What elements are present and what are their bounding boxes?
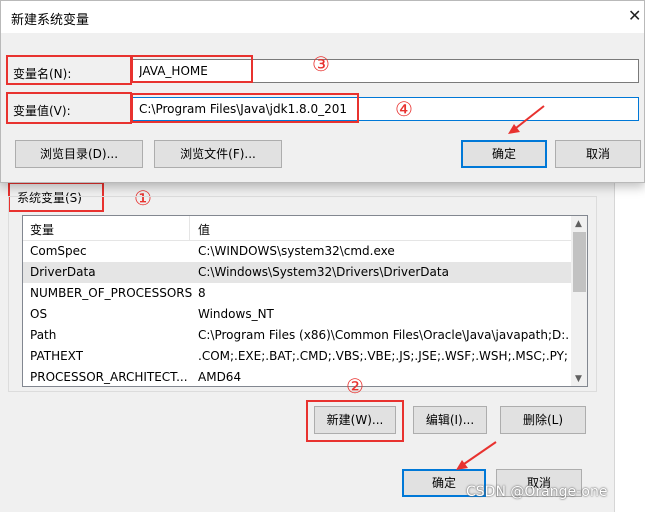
annotation-number-2: ②	[346, 374, 364, 398]
browse-file-button[interactable]: 浏览文件(F)...	[154, 140, 282, 168]
row-variable-value: .COM;.EXE;.BAT;.CMD;.VBS;.VBE;.JS;.JSE;.…	[198, 349, 568, 363]
table-row-selected[interactable]: DriverData C:\Windows\System32\Drivers\D…	[23, 262, 571, 283]
system-variables-list[interactable]: 变量 值 ComSpec C:\WINDOWS\system32\cmd.exe…	[22, 215, 588, 387]
table-row[interactable]: Path C:\Program Files (x86)\Common Files…	[23, 325, 571, 346]
column-header-value[interactable]: 值	[198, 221, 210, 238]
row-variable-name: PATHEXT	[30, 349, 84, 363]
browse-directory-button[interactable]: 浏览目录(D)...	[15, 140, 143, 168]
row-variable-value: C:\Program Files (x86)\Common Files\Orac…	[198, 328, 568, 342]
row-variable-value: C:\WINDOWS\system32\cmd.exe	[198, 244, 395, 258]
row-variable-value: C:\Windows\System32\Drivers\DriverData	[198, 265, 449, 279]
column-header-variable[interactable]: 变量	[30, 221, 54, 238]
table-row[interactable]: PATHEXT .COM;.EXE;.BAT;.CMD;.VBS;.VBE;.J…	[23, 346, 571, 367]
annotation-arrow-modal-ok	[508, 105, 545, 134]
row-variable-name: Path	[30, 328, 57, 342]
annotation-arrow-ok-secondary	[448, 436, 508, 476]
row-variable-name: PROCESSOR_ARCHITECT...	[30, 370, 188, 384]
watermark: CSDN @Orange-one	[466, 484, 608, 500]
table-row[interactable]: OS Windows_NT	[23, 304, 571, 325]
close-icon[interactable]: ✕	[628, 6, 641, 25]
scroll-down-icon[interactable]: ▼	[575, 374, 582, 384]
row-variable-value: Windows_NT	[198, 307, 274, 321]
dialog-titlebar[interactable]: 新建系统变量 ✕	[1, 1, 644, 33]
row-variable-value: 8	[198, 286, 206, 300]
column-divider[interactable]	[189, 216, 190, 240]
annotation-box-name-input	[131, 55, 253, 83]
row-variable-name: ComSpec	[30, 244, 87, 258]
annotation-number-3: ③	[312, 52, 330, 76]
row-variable-name: DriverData	[30, 265, 96, 279]
vertical-scrollbar[interactable]: ▲ ▼	[571, 216, 587, 386]
modal-cancel-button[interactable]: 取消	[555, 140, 641, 168]
annotation-number-4: ④	[395, 97, 413, 121]
annotation-box-2	[306, 400, 404, 442]
modal-ok-button[interactable]: 确定	[461, 140, 547, 168]
annotation-box-name-label	[6, 55, 132, 85]
dialog-title: 新建系统变量	[11, 13, 90, 28]
edit-button[interactable]: 编辑(I)...	[413, 406, 487, 434]
annotation-box-value-input	[131, 93, 359, 123]
scroll-up-icon[interactable]: ▲	[575, 219, 582, 229]
new-system-variable-dialog: 新建系统变量 ✕ 变量名(N): ③ 变量值(V): ④ 浏览目录(D)... …	[0, 0, 645, 183]
list-header: 变量 值	[23, 216, 571, 241]
table-row[interactable]: ComSpec C:\WINDOWS\system32\cmd.exe	[23, 241, 571, 262]
row-variable-value: AMD64	[198, 370, 242, 384]
annotation-box-value-label	[6, 92, 132, 124]
row-variable-name: OS	[30, 307, 48, 321]
delete-button[interactable]: 删除(L)	[500, 406, 586, 434]
scrollbar-thumb[interactable]	[573, 232, 586, 292]
table-row[interactable]: NUMBER_OF_PROCESSORS 8	[23, 283, 571, 304]
table-row[interactable]: PROCESSOR_ARCHITECT... AMD64	[23, 367, 571, 386]
row-variable-name: NUMBER_OF_PROCESSORS	[30, 286, 193, 300]
